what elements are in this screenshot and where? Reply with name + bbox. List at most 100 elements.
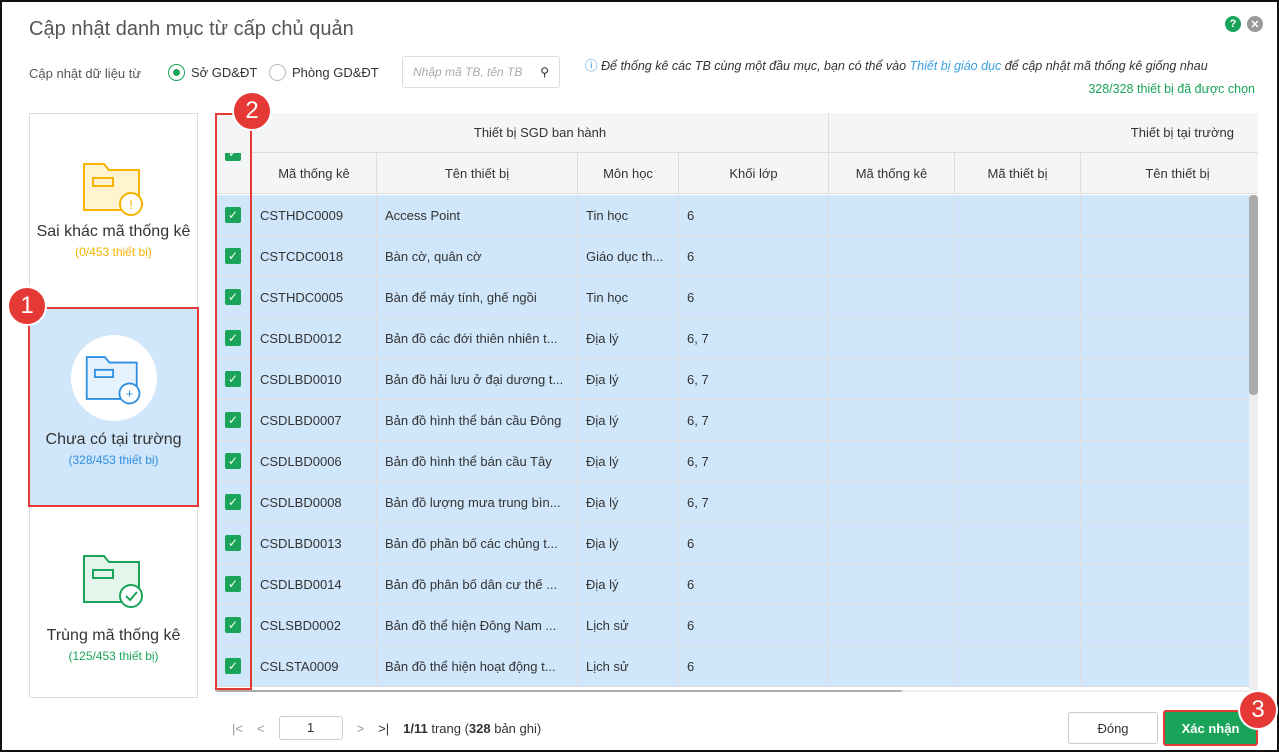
source-label: Cập nhật dữ liệu từ	[29, 66, 142, 81]
table-cell: 6	[679, 195, 829, 236]
table-cell: CSDLBD0006	[252, 441, 377, 482]
search-input[interactable]: Nhập mã TB, tên TB ⚲	[402, 56, 560, 88]
table-cell	[955, 318, 1081, 359]
table-cell: Bản đồ lượng mưa trung bìn...	[377, 482, 578, 523]
table-cell	[829, 359, 955, 400]
folder-add-icon: +	[85, 356, 140, 405]
equipment-table: Thiết bị SGD ban hành Thiết bị tại trườn…	[215, 113, 1258, 692]
col-header[interactable]: Mã thiết bị	[955, 153, 1081, 194]
first-page-icon[interactable]: |<	[232, 721, 243, 736]
radio-phong[interactable]: Phòng GD&ĐT	[269, 64, 379, 81]
table-cell: Địa lý	[578, 400, 679, 441]
page-input[interactable]: 1	[278, 716, 343, 740]
table-row[interactable]: ✓ CSDLBD0010 Bản đồ hải lưu ở đại dương t.…	[215, 359, 1258, 400]
table-row[interactable]: ✓ CSTCDC0018 Bàn cờ, quân cờ Giáo dục th...…	[215, 236, 1258, 277]
category-mismatch[interactable]: ! Sai khác mã thống kê (0/453 thiết bị)	[30, 154, 197, 259]
checkbox-column-highlight	[215, 113, 252, 690]
table-cell	[955, 523, 1081, 564]
table-row[interactable]: ✓ CSTHDC0009 Access Point Tin học 6	[215, 195, 1258, 236]
table-cell	[955, 441, 1081, 482]
table-cell: CSDLBD0010	[252, 359, 377, 400]
table-cell	[829, 441, 955, 482]
table-cell: CSTHDC0005	[252, 277, 377, 318]
table-cell	[1081, 564, 1258, 605]
table-cell: CSDLBD0012	[252, 318, 377, 359]
folder-warning-icon: !	[82, 163, 143, 216]
category-missing[interactable]: + Chưa có tại trường (328/453 thiết bị)	[28, 307, 199, 507]
table-cell	[955, 236, 1081, 277]
table-cell: Access Point	[377, 195, 578, 236]
table-cell: CSDLBD0013	[252, 523, 377, 564]
pagination: |< < 1 > >| 1/11 trang (328 bản ghi)	[232, 716, 541, 740]
table-row[interactable]: ✓ CSDLBD0012 Bản đồ các đới thiên nhiên t.…	[215, 318, 1258, 359]
table-cell: 6	[679, 605, 829, 646]
table-cell: Bản đồ hình thể bán cầu Tây	[377, 441, 578, 482]
table-cell: Bàn để máy tính, ghế ngồi	[377, 277, 578, 318]
col-header[interactable]: Khối lớp	[679, 153, 829, 194]
table-cell: 6	[679, 523, 829, 564]
table-row[interactable]: ✓ CSLSBD0002 Bản đồ thể hiện Đông Nam ... L…	[215, 605, 1258, 646]
table-row[interactable]: ✓ CSTHDC0005 Bàn để máy tính, ghế ngồi Tin …	[215, 277, 1258, 318]
table-cell: Lịch sử	[578, 605, 679, 646]
col-header[interactable]: Mã thống kê	[829, 153, 955, 194]
table-cell: 6	[679, 236, 829, 277]
category-count: (328/453 thiết bị)	[68, 453, 159, 467]
table-cell: 6, 7	[679, 441, 829, 482]
table-cell	[955, 359, 1081, 400]
table-cell: Lịch sử	[578, 646, 679, 687]
table-row[interactable]: ✓ CSLSTA0009 Bản đồ thể hiện hoạt động t..…	[215, 646, 1258, 687]
folder-check-icon	[82, 555, 143, 608]
table-row[interactable]: ✓ CSDLBD0014 Bản đồ phân bố dân cư thế ...…	[215, 564, 1258, 605]
table-row[interactable]: ✓ CSDLBD0006 Bản đồ hình thể bán cầu Tây Đị…	[215, 441, 1258, 482]
category-duplicate[interactable]: Trùng mã thống kê (125/453 thiết bị)	[30, 546, 197, 663]
category-name: Trùng mã thống kê	[46, 627, 181, 644]
last-page-icon[interactable]: >|	[378, 721, 389, 736]
table-cell: 6, 7	[679, 482, 829, 523]
table-cell: 6, 7	[679, 359, 829, 400]
next-page-icon[interactable]: >	[357, 721, 365, 736]
table-row[interactable]: ✓ CSDLBD0007 Bản đồ hình thể bán cầu Đông Đ…	[215, 400, 1258, 441]
table-cell	[1081, 646, 1258, 687]
table-cell: 6	[679, 564, 829, 605]
col-header[interactable]: Môn học	[578, 153, 679, 194]
vertical-scrollbar[interactable]	[1249, 195, 1258, 692]
table-row[interactable]: ✓ CSDLBD0008 Bản đồ lượng mưa trung bìn...…	[215, 482, 1258, 523]
info-icon: ⓘ	[585, 59, 598, 73]
table-cell	[829, 400, 955, 441]
category-count: (0/453 thiết bị)	[75, 245, 152, 259]
col-header[interactable]: Tên thiết bị	[1081, 153, 1258, 194]
close-icon[interactable]: ✕	[1247, 16, 1263, 32]
table-cell: CSDLBD0008	[252, 482, 377, 523]
table-cell	[829, 605, 955, 646]
col-header[interactable]: Mã thống kê	[252, 153, 377, 194]
table-cell: 6	[679, 277, 829, 318]
category-name: Chưa có tại trường	[45, 431, 182, 448]
table-cell: Bản đồ thể hiện Đông Nam ...	[377, 605, 578, 646]
step-badge-3: 3	[1238, 690, 1278, 730]
table-cell: Bản đồ hải lưu ở đại dương t...	[377, 359, 578, 400]
table-cell	[829, 277, 955, 318]
table-cell: 6, 7	[679, 318, 829, 359]
help-icon[interactable]: ?	[1225, 16, 1241, 32]
table-cell	[1081, 400, 1258, 441]
table-cell: CSLSTA0009	[252, 646, 377, 687]
search-icon[interactable]: ⚲	[540, 65, 549, 79]
table-cell: 6, 7	[679, 400, 829, 441]
equipment-link[interactable]: Thiết bị giáo dục	[910, 59, 1002, 73]
prev-page-icon[interactable]: <	[257, 721, 265, 736]
table-cell	[1081, 277, 1258, 318]
table-cell	[829, 523, 955, 564]
table-row[interactable]: ✓ CSDLBD0013 Bản đồ phần bố các chủng t...…	[215, 523, 1258, 564]
category-panel: ! Sai khác mã thống kê (0/453 thiết bị) …	[28, 113, 199, 698]
table-cell	[955, 400, 1081, 441]
radio-so[interactable]: Sở GD&ĐT	[168, 64, 257, 81]
radio-label: Phòng GD&ĐT	[292, 65, 379, 80]
table-cell	[1081, 195, 1258, 236]
horizontal-scrollbar[interactable]	[215, 690, 1258, 692]
record-word: bản ghi)	[490, 720, 542, 736]
table-cell	[955, 605, 1081, 646]
table-cell: Địa lý	[578, 482, 679, 523]
info-after: để cập nhật mã thống kê giống nhau	[1001, 59, 1208, 73]
close-button[interactable]: Đóng	[1068, 712, 1158, 744]
col-header[interactable]: Tên thiết bị	[377, 153, 578, 194]
